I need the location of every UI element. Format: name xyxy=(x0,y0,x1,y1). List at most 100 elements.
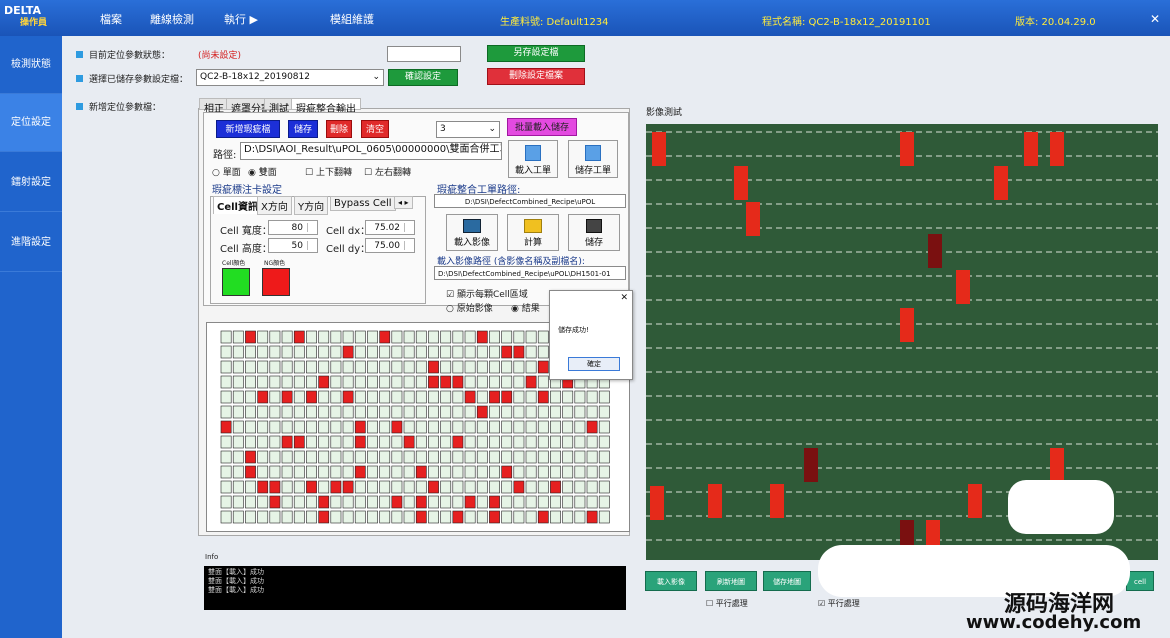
cell-color-swatch[interactable] xyxy=(222,268,250,296)
calculate-button[interactable]: 計算 xyxy=(507,214,559,251)
confirm-setting-button[interactable]: 確認設定 xyxy=(388,69,458,86)
load-image-bottom-button[interactable]: 載入影像 xyxy=(645,571,697,591)
ok-cell xyxy=(293,450,305,464)
clear-defect-button[interactable]: 清空 xyxy=(361,120,389,138)
menu-offline-inspect[interactable]: 離線檢測 xyxy=(150,11,194,27)
load-order-button[interactable]: 載入工單 xyxy=(508,140,558,178)
save-merge-button[interactable]: 儲存 xyxy=(568,214,620,251)
save-order-button[interactable]: 儲存工單 xyxy=(568,140,618,178)
ok-cell xyxy=(525,405,537,419)
saved-setting-select[interactable]: QC2-B-18x12_20190812 ⌄ xyxy=(196,69,384,86)
count-combo[interactable]: 3 ⌄ xyxy=(436,121,500,138)
merge-path-input[interactable]: D:\DSI\DefectCombined_Recipe\uPOL xyxy=(434,194,626,208)
delete-defect-button[interactable]: 刪除 xyxy=(326,120,352,138)
tab-scroll-arrows[interactable]: ◂ ▸ xyxy=(394,196,413,209)
load-order-label: 載入工單 xyxy=(514,166,551,176)
ok-cell xyxy=(379,435,391,449)
sidebar-item-advanced[interactable]: 進階設定 xyxy=(0,214,62,272)
ok-cell xyxy=(391,450,403,464)
double-side-radio[interactable]: ◉ 雙面 xyxy=(248,165,277,178)
ok-cell xyxy=(318,420,330,434)
photo-defect-mark xyxy=(650,486,664,520)
sidebar-item-positioning[interactable]: 定位設定 xyxy=(0,94,62,152)
menu-file[interactable]: 檔案 xyxy=(100,11,122,27)
save-as-button[interactable]: 另存設定檔 xyxy=(487,45,585,62)
ok-cell xyxy=(489,345,500,359)
original-image-label: 原始影像 xyxy=(456,304,493,314)
ok-cell xyxy=(598,435,610,449)
cell-dy-input[interactable]: 75.00 xyxy=(365,238,415,253)
ok-cell xyxy=(232,375,244,389)
original-image-radio[interactable]: ○ 原始影像 xyxy=(446,301,493,314)
ok-cell xyxy=(257,450,269,464)
ok-cell xyxy=(220,495,232,509)
ok-cell xyxy=(403,375,415,389)
ng-cell xyxy=(489,390,500,404)
show-cells-label: 顯示每顆Cell區域 xyxy=(456,290,528,300)
ok-cell xyxy=(489,405,500,419)
ok-cell xyxy=(525,330,537,344)
ok-cell xyxy=(574,450,586,464)
show-cells-checkbox[interactable]: ☑ 顯示每顆Cell區域 xyxy=(446,287,528,300)
ok-cell xyxy=(257,330,269,344)
product-number: 生產料號: Default1234 xyxy=(500,17,609,28)
logo-subtitle: 操作員 xyxy=(20,18,48,28)
ng-cell xyxy=(330,480,342,494)
image-path-input[interactable]: D:\DSI\DefectCombined_Recipe\uPOL\DH1501… xyxy=(434,266,626,280)
ok-cell xyxy=(330,390,342,404)
sidebar-item-laser[interactable]: 鐳射設定 xyxy=(0,154,62,212)
ok-cell xyxy=(330,495,342,509)
ok-cell xyxy=(574,465,586,479)
cell-width-input[interactable]: 80 xyxy=(268,220,318,235)
tab-align[interactable]: 相正 xyxy=(199,98,229,115)
flip-ud-checkbox[interactable]: ☐ 上下翻轉 xyxy=(305,165,352,178)
setting-name-input[interactable] xyxy=(387,46,461,62)
cell-button[interactable]: cell xyxy=(1126,571,1154,591)
new-defect-file-button[interactable]: 新增瑕疵檔 xyxy=(216,120,280,138)
dialog-ok-button[interactable]: 確定 xyxy=(568,357,620,371)
delete-setting-button[interactable]: 刪除設定檔案 xyxy=(487,68,585,85)
dialog-message: 儲存成功! xyxy=(558,326,589,334)
ng-color-swatch[interactable] xyxy=(262,268,290,296)
parallel-checkbox-1[interactable]: ☐ 平行處理 xyxy=(706,598,748,609)
ok-cell xyxy=(342,360,354,374)
tab-x-direction[interactable]: X方向 xyxy=(257,196,292,215)
defect-path-input[interactable]: D:\DSI\AOI_Result\uPOL_0605\00000000\雙面合… xyxy=(240,142,502,160)
tab-cell-info[interactable]: Cell資訊 xyxy=(213,196,262,214)
single-side-radio[interactable]: ○ 單面 xyxy=(212,165,241,178)
ok-cell xyxy=(318,450,330,464)
flip-lr-checkbox[interactable]: ☐ 左右翻轉 xyxy=(364,165,411,178)
save-map-button[interactable]: 儲存地圖 xyxy=(763,571,811,591)
save-defect-button[interactable]: 儲存 xyxy=(288,120,318,138)
ok-cell xyxy=(440,435,452,449)
ok-cell xyxy=(281,360,293,374)
ok-cell xyxy=(391,480,403,494)
ok-cell xyxy=(245,390,256,404)
tab-y-direction[interactable]: Y方向 xyxy=(294,196,329,215)
ok-cell xyxy=(293,360,305,374)
ng-cell xyxy=(342,345,354,359)
batch-load-save-button[interactable]: 批量載入儲存 xyxy=(507,118,577,136)
ok-cell xyxy=(574,510,586,524)
photo-defect-mark xyxy=(770,484,784,518)
load-image-button[interactable]: 載入影像 xyxy=(446,214,498,251)
close-icon[interactable]: ✕ xyxy=(620,293,628,303)
tab-defect-merge-output[interactable]: 瑕疵整合輸出 xyxy=(291,98,361,115)
ok-cell xyxy=(415,360,427,374)
tab-bypass-cell[interactable]: Bypass Cell xyxy=(330,196,396,211)
ok-cell xyxy=(330,420,342,434)
close-icon[interactable]: ✕ xyxy=(1150,12,1160,26)
parallel-checkbox-2[interactable]: ☑ 平行處理 xyxy=(818,598,860,609)
sidebar-item-inspection-status[interactable]: 檢測狀態 xyxy=(0,36,62,94)
ok-cell xyxy=(501,330,513,344)
refresh-map-button[interactable]: 刷新地圖 xyxy=(705,571,757,591)
tab-test[interactable]: 測試 xyxy=(264,98,294,115)
cell-height-input[interactable]: 50 xyxy=(268,238,318,253)
floppy-icon xyxy=(586,219,602,233)
menu-run[interactable]: 執行 ▶ xyxy=(224,11,258,27)
result-radio[interactable]: ◉ 結果 xyxy=(511,301,540,314)
ng-cell xyxy=(428,480,439,494)
menu-module-maintenance[interactable]: 模組維護 xyxy=(330,11,374,27)
cell-dx-input[interactable]: 75.02 xyxy=(365,220,415,235)
ok-cell xyxy=(464,480,476,494)
